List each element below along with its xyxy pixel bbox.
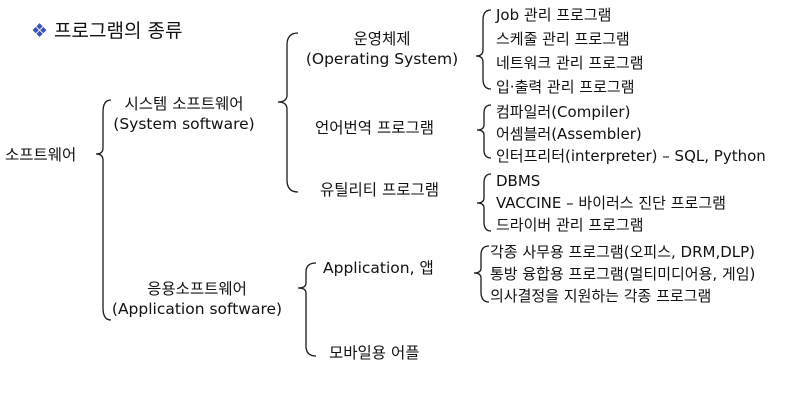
app-node: Application, 앱 xyxy=(323,259,434,277)
util-items-bracket xyxy=(476,173,492,232)
list-item: 의사결정을 지원하는 각종 프로그램 xyxy=(490,287,712,305)
app-items-bracket xyxy=(473,245,490,303)
page-title: ❖ 프로그램의 종류 xyxy=(31,18,182,44)
application-software-english: (Application software) xyxy=(111,300,283,318)
os-items: Job 관리 프로그램 스케줄 관리 프로그램 네트워크 관리 프로그램 입·출… xyxy=(496,3,644,99)
os-english: (Operating System) xyxy=(305,50,459,68)
system-software-node: 시스템 소프트웨어 (System software) xyxy=(108,94,260,134)
util-node: 유틸리티 프로그램 xyxy=(320,181,440,199)
list-item: 어셈블러(Assembler) xyxy=(496,125,642,143)
system-software-english: (System software) xyxy=(113,115,255,133)
list-item: 컴파일러(Compiler) xyxy=(496,103,631,121)
diamond-bullet-icon: ❖ xyxy=(31,20,49,42)
os-items-bracket xyxy=(475,9,492,90)
list-item: 각종 사무용 프로그램(오피스, DRM,DLP) xyxy=(490,243,756,261)
os-name: 운영체제 xyxy=(353,30,411,48)
system-bracket xyxy=(277,32,299,193)
title-text: 프로그램의 종류 xyxy=(54,20,183,42)
lang-items-bracket xyxy=(476,104,492,159)
list-item: VACCINE – 바이러스 진단 프로그램 xyxy=(496,194,726,212)
list-item: DBMS xyxy=(496,172,541,190)
lang-items: 컴파일러(Compiler) 어셈블러(Assembler) 인터프리터(int… xyxy=(496,101,766,167)
application-software-name: 응용소프트웨어 xyxy=(147,280,247,298)
app-items: 각종 사무용 프로그램(오피스, DRM,DLP) 통방 융합용 프로그램(멀티… xyxy=(490,241,755,307)
list-item: 드라이버 관리 프로그램 xyxy=(496,216,644,234)
lang-node: 언어번역 프로그램 xyxy=(315,119,435,137)
application-software-node: 응용소프트웨어 (Application software) xyxy=(104,279,290,319)
os-node: 운영체제 (Operating System) xyxy=(300,29,464,69)
system-software-name: 시스템 소프트웨어 xyxy=(124,95,244,113)
list-item: 입·출력 관리 프로그램 xyxy=(496,78,635,96)
application-bracket xyxy=(297,262,317,357)
list-item: 인터프리터(interpreter) – SQL, Python xyxy=(496,147,766,165)
list-item: 통방 융합용 프로그램(멀티미디어용, 게임) xyxy=(490,265,756,283)
list-item: 네트워크 관리 프로그램 xyxy=(496,54,644,72)
list-item: Job 관리 프로그램 xyxy=(496,6,612,24)
mobile-node: 모바일용 어플 xyxy=(329,344,420,362)
root-node: 소프트웨어 xyxy=(5,146,77,164)
util-items: DBMS VACCINE – 바이러스 진단 프로그램 드라이버 관리 프로그램 xyxy=(496,170,726,236)
list-item: 스케줄 관리 프로그램 xyxy=(496,30,630,48)
